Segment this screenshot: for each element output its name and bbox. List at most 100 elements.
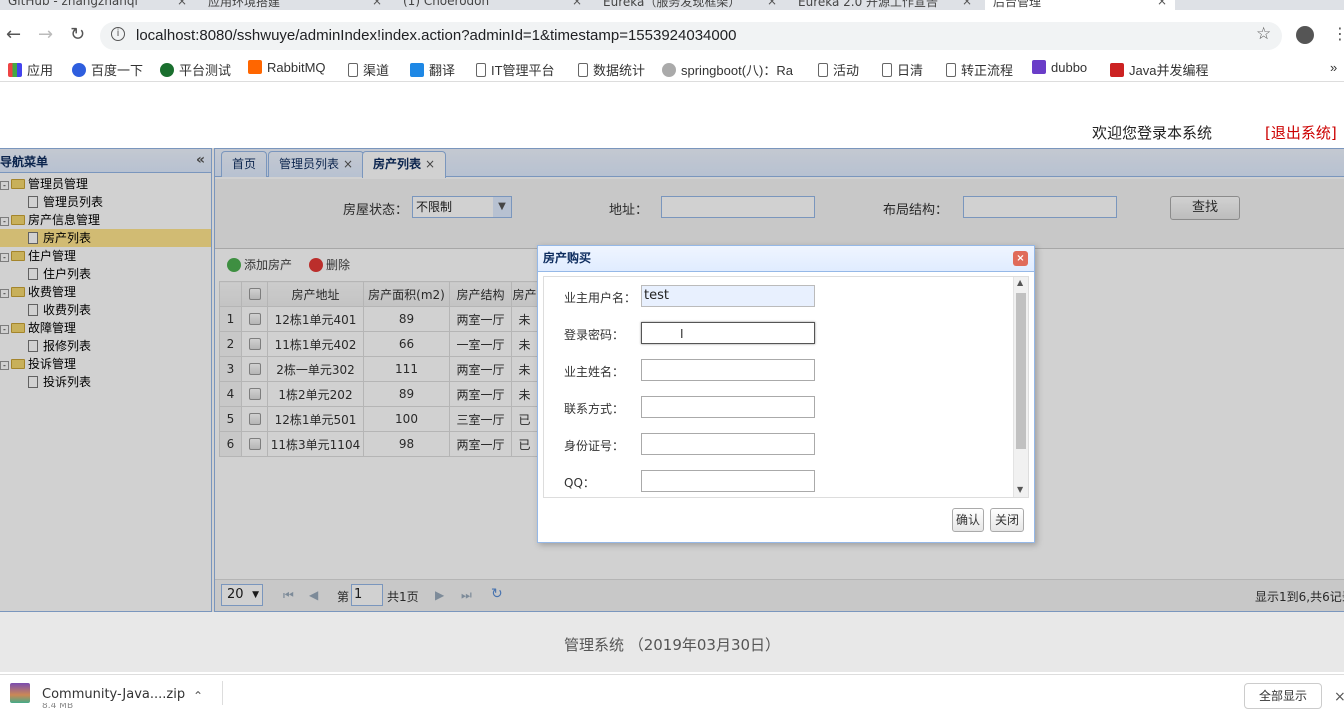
scroll-up-icon[interactable]: ▲: [1017, 278, 1023, 287]
tree-item-admin-list[interactable]: 管理员列表: [0, 193, 211, 211]
back-icon[interactable]: ←: [6, 24, 21, 45]
collapse-node-icon[interactable]: -: [0, 217, 9, 226]
column-header[interactable]: 房产结构: [449, 281, 512, 307]
collapse-node-icon[interactable]: -: [0, 361, 9, 370]
page-number-input[interactable]: 1: [351, 584, 383, 606]
bookmark-translate[interactable]: 翻译: [410, 60, 455, 79]
row-checkbox[interactable]: [241, 381, 268, 407]
tree-folder-resident[interactable]: - 住户管理: [0, 247, 211, 265]
collapse-node-icon[interactable]: -: [0, 253, 9, 262]
reload-icon[interactable]: ↻: [70, 24, 85, 45]
bookmark-java-concurrency[interactable]: Java并发编程: [1110, 60, 1208, 79]
profile-avatar-icon[interactable]: [1296, 26, 1314, 44]
collapse-icon[interactable]: «: [196, 152, 205, 168]
column-header[interactable]: 房产面积(m2): [363, 281, 450, 307]
table-row[interactable]: 1 12栋1单元401 89 两室一厅未: [219, 306, 538, 332]
bookmark-channel[interactable]: 渠道: [348, 60, 389, 79]
password-input[interactable]: [641, 322, 815, 344]
bookmark-stats[interactable]: 数据统计: [578, 60, 645, 79]
bookmark-platform-test[interactable]: 平台测试: [160, 60, 231, 79]
collapse-node-icon[interactable]: -: [0, 181, 9, 190]
tree-folder-house[interactable]: - 房产信息管理: [0, 211, 211, 229]
select-all-checkbox[interactable]: [241, 281, 268, 307]
bookmark-daily[interactable]: 日清: [882, 60, 923, 79]
browser-tab[interactable]: Eureka（服务发现框架） ×: [595, 0, 785, 10]
tree-item-complaint-list[interactable]: 投诉列表: [0, 373, 211, 391]
refresh-icon[interactable]: ↻: [491, 586, 503, 602]
contact-input[interactable]: [641, 396, 815, 418]
close-icon[interactable]: ×: [1334, 689, 1344, 705]
tree-item-repair-list[interactable]: 报修列表: [0, 337, 211, 355]
forward-icon[interactable]: →: [38, 24, 53, 45]
close-tab-icon[interactable]: ×: [177, 0, 187, 8]
bookmark-apps[interactable]: 应用: [8, 60, 53, 79]
layout-input[interactable]: [963, 196, 1117, 218]
delete-button[interactable]: 删除: [309, 256, 350, 273]
prev-page-icon[interactable]: ◀: [309, 588, 318, 602]
browser-tab[interactable]: (1) Choerodon ×: [395, 0, 590, 10]
close-icon[interactable]: ×: [1013, 251, 1028, 266]
tree-item-resident-list[interactable]: 住户列表: [0, 265, 211, 283]
table-row[interactable]: 6 11栋3单元1104 98 两室一厅已: [219, 431, 538, 457]
row-checkbox[interactable]: [241, 331, 268, 357]
username-input[interactable]: test: [641, 285, 815, 307]
scroll-thumb[interactable]: [1016, 293, 1026, 449]
bookmark-it-platform[interactable]: IT管理平台: [476, 60, 555, 79]
tree-folder-fee[interactable]: - 收费管理: [0, 283, 211, 301]
search-button[interactable]: 查找: [1170, 196, 1240, 220]
download-file-name[interactable]: Community-Java....zip: [42, 687, 185, 702]
bookmark-regularization[interactable]: 转正流程: [946, 60, 1013, 79]
page-size-select[interactable]: 20 ▼: [221, 584, 263, 606]
next-page-icon[interactable]: ▶: [435, 588, 444, 602]
table-row[interactable]: 5 12栋1单元501 100 三室一厅已: [219, 406, 538, 432]
table-row[interactable]: 2 11栋1单元402 66 一室一厅未: [219, 331, 538, 357]
tab-admin-list[interactable]: 管理员列表 ×: [268, 151, 365, 177]
table-row[interactable]: 4 1栋2单元202 89 两室一厅未: [219, 381, 538, 407]
bookmark-star-icon[interactable]: ☆: [1256, 24, 1271, 44]
dialog-scrollbar[interactable]: ▲ ▼: [1013, 277, 1028, 497]
first-page-icon[interactable]: ⏮: [283, 588, 294, 603]
browser-tab-active[interactable]: 后台管理 ×: [985, 0, 1175, 10]
bookmark-dubbo[interactable]: dubbo: [1032, 60, 1087, 75]
row-checkbox[interactable]: [241, 406, 268, 432]
row-checkbox[interactable]: [241, 431, 268, 457]
close-tab-icon[interactable]: ×: [1157, 0, 1167, 8]
add-house-button[interactable]: 添加房产: [227, 256, 292, 273]
collapse-node-icon[interactable]: -: [0, 289, 9, 298]
confirm-button[interactable]: 确认: [952, 508, 984, 532]
close-tab-icon[interactable]: ×: [572, 0, 582, 8]
bookmark-activity[interactable]: 活动: [818, 60, 859, 79]
status-select[interactable]: 不限制 ▼: [412, 196, 512, 218]
tree-folder-complaint[interactable]: - 投诉管理: [0, 355, 211, 373]
tree-folder-fault[interactable]: - 故障管理: [0, 319, 211, 337]
browser-tab[interactable]: 应用环境搭建 ×: [200, 0, 390, 10]
show-all-button[interactable]: 全部显示: [1244, 683, 1322, 709]
row-checkbox[interactable]: [241, 356, 268, 382]
qq-input[interactable]: [641, 470, 815, 492]
more-bookmarks-icon[interactable]: »: [1330, 60, 1337, 75]
last-page-icon[interactable]: ⏭: [461, 588, 472, 603]
collapse-node-icon[interactable]: -: [0, 325, 9, 334]
column-header[interactable]: 房产地址: [267, 281, 364, 307]
close-tab-icon[interactable]: ×: [343, 157, 353, 171]
row-checkbox[interactable]: [241, 306, 268, 332]
owner-name-input[interactable]: [641, 359, 815, 381]
chevron-up-icon[interactable]: ⌃: [193, 689, 203, 703]
browser-tab[interactable]: GitHub - zhangzhanqi ×: [0, 0, 195, 10]
close-tab-icon[interactable]: ×: [425, 157, 435, 171]
close-button[interactable]: 关闭: [990, 508, 1024, 532]
bookmark-baidu[interactable]: 百度一下: [72, 60, 143, 79]
bookmark-springboot[interactable]: springboot(八)：Ra: [662, 60, 797, 79]
close-tab-icon[interactable]: ×: [372, 0, 382, 8]
close-tab-icon[interactable]: ×: [962, 0, 972, 8]
tree-item-fee-list[interactable]: 收费列表: [0, 301, 211, 319]
scroll-down-icon[interactable]: ▼: [1017, 485, 1023, 494]
menu-kebab-icon[interactable]: ⋮: [1332, 24, 1344, 43]
tab-home[interactable]: 首页: [221, 151, 268, 177]
address-input[interactable]: [661, 196, 815, 218]
tree-folder-admin[interactable]: - 管理员管理: [0, 175, 211, 193]
close-tab-icon[interactable]: ×: [767, 0, 777, 8]
info-icon[interactable]: i: [111, 27, 125, 41]
url-text[interactable]: localhost:8080/sshwuye/adminIndex!index.…: [136, 27, 736, 44]
id-number-input[interactable]: [641, 433, 815, 455]
